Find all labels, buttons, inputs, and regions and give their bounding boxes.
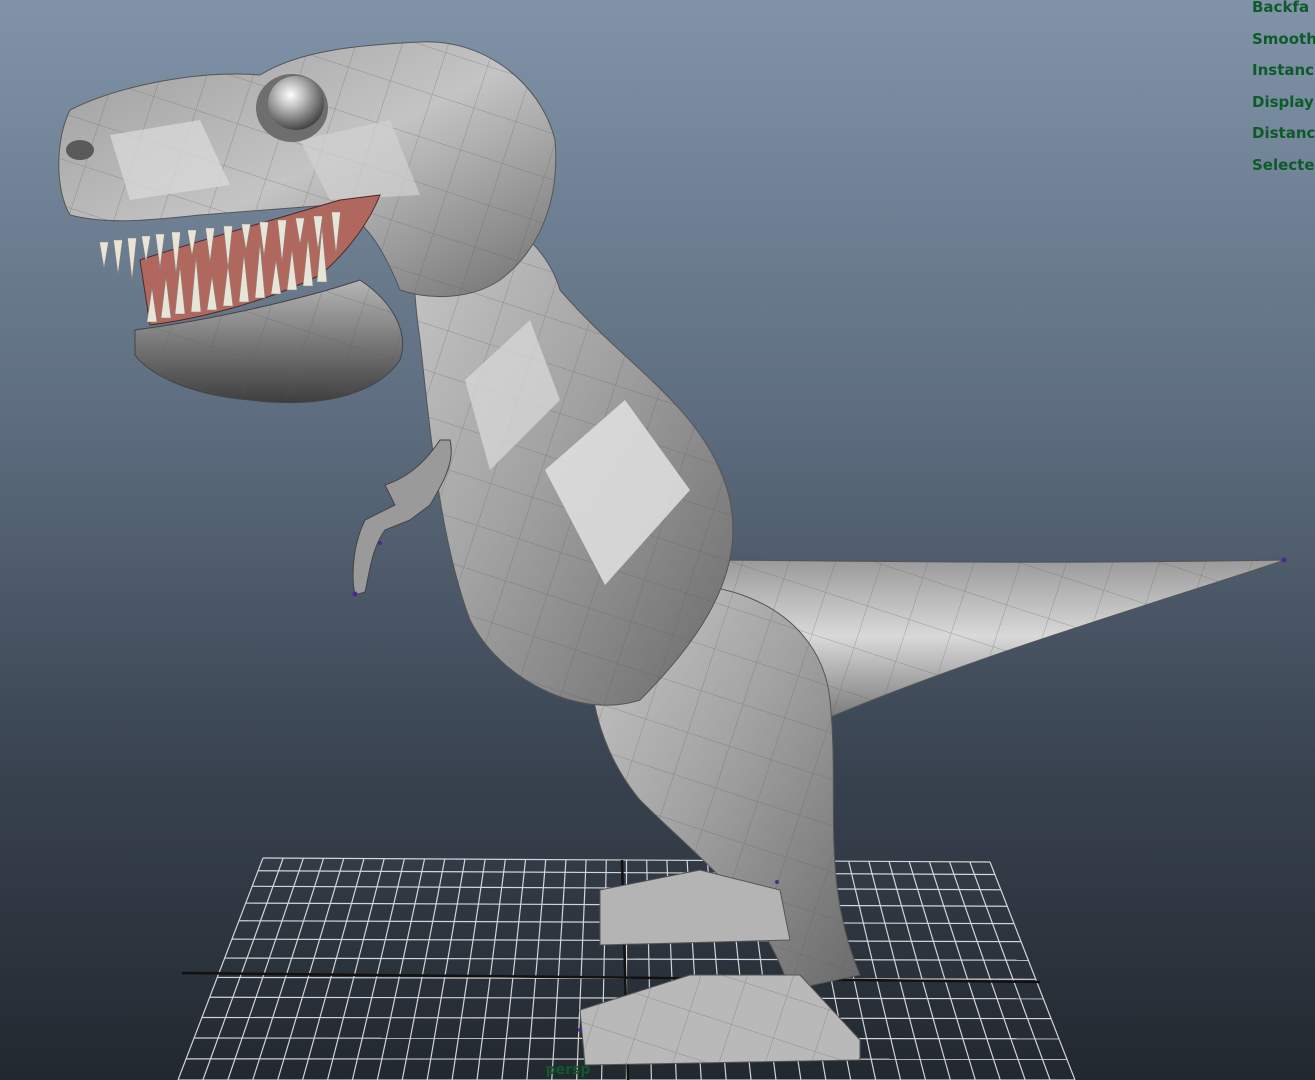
grid-line [401, 858, 446, 1080]
hud-instance: Instanc [1252, 61, 1315, 80]
nostril [66, 140, 94, 160]
hud-smoothness: Smooth [1252, 29, 1315, 48]
tooth [113, 239, 123, 275]
hud-selected: Selecte [1252, 155, 1315, 174]
grid-line [476, 859, 506, 1080]
vertex-marker[interactable] [1281, 557, 1287, 563]
grid-line [551, 859, 567, 1080]
vertex-marker[interactable] [378, 541, 382, 545]
grid-line [451, 859, 486, 1080]
grid-line [949, 861, 1026, 1080]
hud-display: Display [1252, 92, 1314, 111]
grid-line [989, 861, 1076, 1080]
arm[interactable] [352, 439, 452, 596]
grid-line [376, 858, 426, 1080]
grid-line [351, 858, 405, 1080]
vertex-marker[interactable] [578, 1028, 582, 1032]
grid-line [501, 859, 527, 1080]
heads-up-display: Backfa Smooth Instanc Display Distanc Se… [1252, 0, 1315, 182]
vertex-marker[interactable] [775, 880, 779, 884]
hud-distance: Distanc [1252, 124, 1315, 143]
perspective-viewport[interactable] [0, 0, 1315, 1080]
grid-line [202, 857, 284, 1080]
hud-backface: Backfa [1252, 0, 1310, 16]
vertex-marker[interactable] [352, 591, 358, 597]
grid-line [969, 861, 1051, 1080]
tooth [99, 241, 109, 269]
grid-line [868, 861, 927, 1080]
grid-line [326, 858, 385, 1080]
grid-line [177, 857, 264, 1080]
grid-line [426, 859, 466, 1080]
eyeball[interactable] [268, 76, 324, 130]
tooth [127, 237, 137, 281]
grid-line [526, 859, 547, 1080]
grid-line [227, 858, 304, 1080]
camera-name-label: persp [545, 1062, 591, 1078]
